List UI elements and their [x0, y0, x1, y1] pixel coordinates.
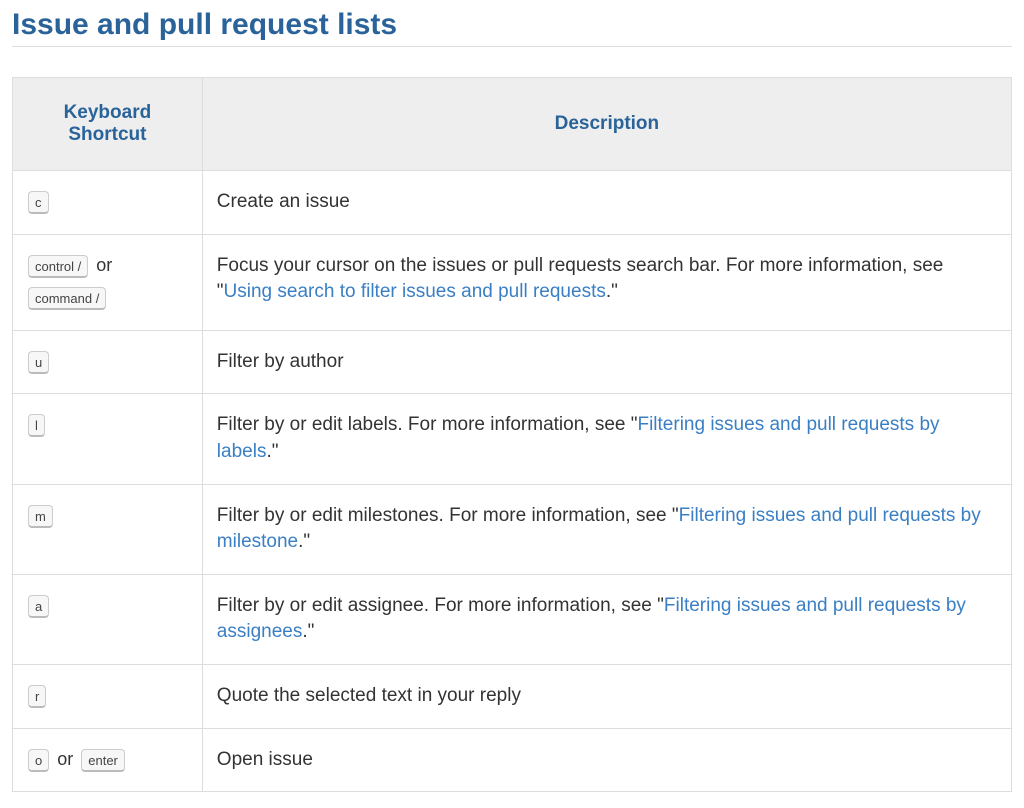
description-text: ." — [302, 621, 314, 642]
table-row: c Create an issue — [13, 171, 1012, 235]
table-row: r Quote the selected text in your reply — [13, 664, 1012, 728]
table-row: m Filter by or edit milestones. For more … — [13, 484, 1012, 574]
description-cell: Filter by or edit milestones. For more i… — [202, 484, 1011, 574]
keyboard-key: m — [28, 505, 53, 528]
shortcut-cell: control / or command / — [13, 234, 203, 330]
description-cell: Open issue — [202, 728, 1011, 792]
description-cell: Focus your cursor on the issues or pull … — [202, 234, 1011, 330]
description-text: ." — [298, 531, 310, 552]
keyboard-key: c — [28, 191, 49, 214]
column-header-description: Description — [202, 78, 1011, 171]
shortcut-cell: o or enter — [13, 728, 203, 792]
description-text: Filter by or edit assignee. For more inf… — [217, 595, 664, 616]
column-header-shortcut: Keyboard Shortcut — [13, 78, 203, 171]
description-text: ." — [606, 281, 618, 302]
keyboard-key: l — [28, 414, 45, 437]
keyboard-key: o — [28, 749, 49, 772]
table-row: control / or command / Focus your cursor o… — [13, 234, 1012, 330]
description-cell: Quote the selected text in your reply — [202, 664, 1011, 728]
shortcut-cell: l — [13, 394, 203, 484]
keyboard-key: u — [28, 351, 49, 374]
shortcut-table: Keyboard Shortcut Description c Create an… — [12, 77, 1012, 792]
keyboard-key: a — [28, 595, 49, 618]
spacer — [12, 53, 1012, 77]
description-text: ." — [266, 441, 278, 462]
keyboard-key: command / — [28, 287, 106, 310]
description-cell: Filter by or edit labels. For more infor… — [202, 394, 1011, 484]
description-text: Filter by author — [217, 351, 344, 372]
doc-link[interactable]: Using search to filter issues and pull r… — [224, 281, 606, 302]
description-text: Open issue — [217, 749, 313, 770]
description-cell: Create an issue — [202, 171, 1011, 235]
description-text: Filter by or edit labels. For more infor… — [217, 414, 638, 435]
keyboard-key: control / — [28, 255, 88, 278]
shortcut-cell: c — [13, 171, 203, 235]
description-text: Filter by or edit milestones. For more i… — [217, 505, 679, 526]
table-row: l Filter by or edit labels. For more info… — [13, 394, 1012, 484]
shortcut-cell: r — [13, 664, 203, 728]
description-text: Create an issue — [217, 191, 350, 212]
shortcut-cell: a — [13, 574, 203, 664]
description-text: Quote the selected text in your reply — [217, 685, 521, 706]
table-row: a Filter by or edit assignee. For more in… — [13, 574, 1012, 664]
or-label: or — [89, 255, 114, 275]
page-title: Issue and pull request lists — [12, 8, 1012, 47]
or-label: or — [50, 749, 80, 769]
shortcut-cell: m — [13, 484, 203, 574]
keyboard-key: r — [28, 685, 46, 708]
description-cell: Filter by or edit assignee. For more inf… — [202, 574, 1011, 664]
shortcut-cell: u — [13, 330, 203, 394]
shortcut-table-body: cCreate an issuecontrol / orcommand /Foc… — [13, 171, 1012, 792]
table-row: u Filter by author — [13, 330, 1012, 394]
description-cell: Filter by author — [202, 330, 1011, 394]
keyboard-key: enter — [81, 749, 125, 772]
table-row: o or enter Open issue — [13, 728, 1012, 792]
